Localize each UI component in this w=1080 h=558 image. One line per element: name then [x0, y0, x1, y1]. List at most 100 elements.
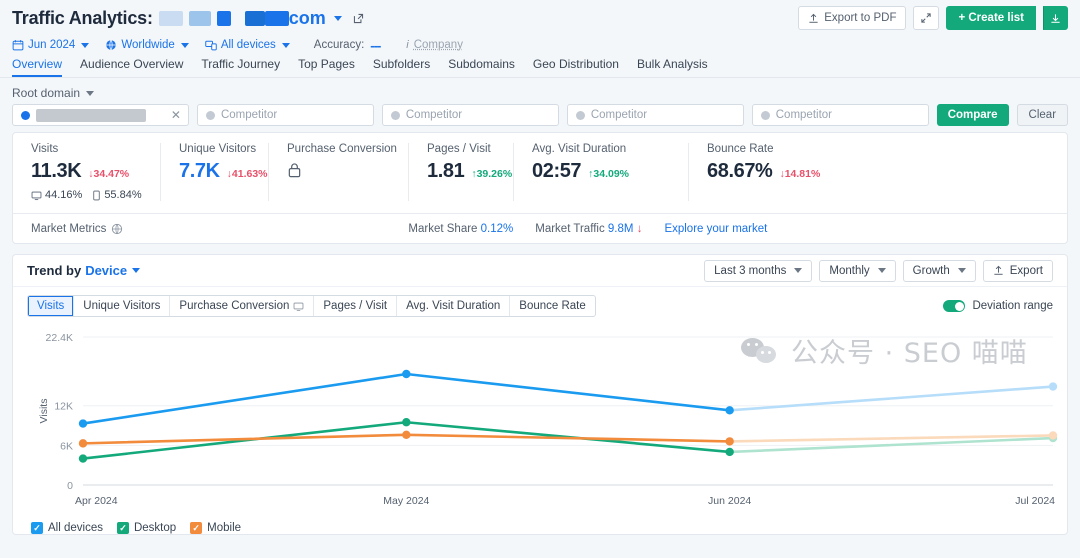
- tab-geo-distribution[interactable]: Geo Distribution: [533, 57, 619, 77]
- granularity-selector[interactable]: Monthly: [819, 260, 895, 282]
- export-to-pdf-button[interactable]: Export to PDF: [798, 6, 906, 30]
- trend-by-selector[interactable]: Device: [85, 263, 127, 278]
- geo-filter[interactable]: Worldwide: [105, 39, 188, 51]
- trend-export-button[interactable]: Export: [983, 260, 1053, 282]
- clear-domain-icon[interactable]: ✕: [171, 108, 181, 122]
- data-point[interactable]: [1049, 431, 1057, 439]
- chevron-down-icon: [81, 43, 89, 48]
- metrics-row: Visits 11.3K ↓34.47% 44.16% 55.84: [13, 133, 1067, 213]
- data-point[interactable]: [402, 370, 410, 378]
- metric-avg-visit-duration: Avg. Visit Duration 02:57 ↑34.09%: [514, 143, 689, 201]
- tab-traffic-journey[interactable]: Traffic Journey: [201, 57, 280, 77]
- date-filter[interactable]: Jun 2024: [12, 39, 89, 51]
- external-link-icon[interactable]: [352, 12, 365, 25]
- visits-line-chart: 06K12K22.4KVisitsApr 2024May 2024Jun 202…: [13, 323, 1067, 518]
- chevron-down-icon[interactable]: [132, 268, 140, 273]
- metric-delta: ↓14.81%: [779, 168, 820, 180]
- y-axis-title: Visits: [38, 399, 50, 424]
- data-point[interactable]: [79, 439, 87, 447]
- data-point[interactable]: [402, 431, 410, 439]
- segment-bounce-rate[interactable]: Bounce Rate: [510, 296, 595, 316]
- metric-visits: Visits 11.3K ↓34.47% 44.16% 55.84: [13, 143, 161, 201]
- root-domain-selector[interactable]: Root domain: [12, 86, 94, 100]
- devices-icon: [205, 39, 217, 51]
- series-forecast-line: [730, 387, 1053, 411]
- metric-label: Pages / Visit: [427, 143, 495, 155]
- legend-item-all-devices[interactable]: ✓ All devices: [31, 522, 103, 534]
- upload-icon: [993, 265, 1004, 276]
- deviation-range-control[interactable]: Deviation range: [943, 300, 1053, 312]
- tab-bulk-analysis[interactable]: Bulk Analysis: [637, 57, 708, 77]
- competitor-input-4[interactable]: Competitor: [752, 104, 929, 126]
- metric-bounce-rate: Bounce Rate 68.67% ↓14.81%: [689, 143, 838, 201]
- redacted-domain-part: [159, 11, 183, 26]
- company-info[interactable]: i Company: [406, 39, 463, 51]
- x-axis-tick-label: May 2024: [383, 495, 429, 507]
- metric-value: 1.81: [427, 160, 464, 183]
- page-title: Traffic Analytics:: [12, 8, 153, 29]
- primary-domain-input[interactable]: ✕: [12, 104, 189, 126]
- chevron-down-icon: [282, 43, 290, 48]
- desktop-share: 44.16%: [31, 189, 82, 201]
- tab-top-pages[interactable]: Top Pages: [298, 57, 355, 77]
- segment-unique-visitors[interactable]: Unique Visitors: [74, 296, 170, 316]
- chevron-down-icon[interactable]: [334, 16, 342, 21]
- market-traffic-label: Market Traffic: [535, 223, 604, 235]
- tab-subdomains[interactable]: Subdomains: [448, 57, 515, 77]
- segment-visits[interactable]: Visits: [28, 296, 74, 316]
- redacted-domain-part: [189, 11, 211, 26]
- competitor-dot-icon: [391, 111, 400, 120]
- tab-overview[interactable]: Overview: [12, 57, 62, 77]
- metric-label: Unique Visitors: [179, 143, 250, 155]
- data-point[interactable]: [725, 406, 733, 414]
- competitor-input-1[interactable]: Competitor: [197, 104, 374, 126]
- explore-market-link[interactable]: Explore your market: [664, 223, 767, 235]
- expand-button[interactable]: [913, 6, 939, 30]
- competitor-placeholder: Competitor: [221, 109, 277, 121]
- competitor-row: ✕ Competitor Competitor Competitor Compe…: [0, 104, 1080, 132]
- metric-delta: ↓41.63%: [227, 168, 268, 180]
- x-axis-tick-label: Apr 2024: [75, 495, 118, 507]
- market-traffic-value: 9.8M: [608, 223, 634, 235]
- chevron-down-icon: [86, 91, 94, 96]
- data-point[interactable]: [79, 419, 87, 427]
- competitor-input-3[interactable]: Competitor: [567, 104, 744, 126]
- data-point[interactable]: [725, 437, 733, 445]
- data-point[interactable]: [725, 448, 733, 456]
- metric-label-text: Purchase Conversion: [287, 143, 397, 155]
- trend-export-label: Export: [1010, 265, 1043, 277]
- mode-selector[interactable]: Growth: [903, 260, 976, 282]
- market-share: Market Share 0.12%: [408, 223, 513, 235]
- compare-button[interactable]: Compare: [937, 104, 1009, 126]
- metric-delta: ↑34.09%: [588, 168, 629, 180]
- device-filter[interactable]: All devices: [205, 39, 290, 51]
- data-point[interactable]: [79, 454, 87, 462]
- segment-pages-per-visit[interactable]: Pages / Visit: [314, 296, 397, 316]
- period-selector[interactable]: Last 3 months: [704, 260, 812, 282]
- competitor-dot-icon: [576, 111, 585, 120]
- segment-purchase-conversion[interactable]: Purchase Conversion: [170, 296, 314, 316]
- domain-suffix: com: [289, 8, 326, 29]
- tab-subfolders[interactable]: Subfolders: [373, 57, 430, 77]
- competitor-input-2[interactable]: Competitor: [382, 104, 559, 126]
- segment-avg-visit-duration[interactable]: Avg. Visit Duration: [397, 296, 510, 316]
- deviation-toggle[interactable]: [943, 300, 965, 312]
- market-globe-icon: [111, 223, 123, 235]
- data-point[interactable]: [1049, 382, 1057, 390]
- legend-item-desktop[interactable]: ✓ Desktop: [117, 522, 176, 534]
- create-list-button[interactable]: + Create list: [946, 6, 1036, 30]
- competitor-placeholder: Competitor: [591, 109, 647, 121]
- tab-audience-overview[interactable]: Audience Overview: [80, 57, 183, 77]
- x-axis-tick-label: Jul 2024: [1015, 495, 1055, 507]
- metric-value: 68.67%: [707, 160, 772, 183]
- data-point[interactable]: [402, 418, 410, 426]
- legend-item-mobile[interactable]: ✓ Mobile: [190, 522, 241, 534]
- create-list-download-button[interactable]: [1043, 6, 1068, 30]
- legend-label: Mobile: [207, 522, 241, 534]
- metric-sub-breakdown: 44.16% 55.84%: [31, 189, 142, 201]
- scope-row: Root domain: [0, 78, 1080, 104]
- mobile-share: 55.84%: [92, 189, 141, 201]
- metric-purchase-conversion: Purchase Conversion: [269, 143, 409, 201]
- market-traffic: Market Traffic 9.8M ↓: [535, 223, 642, 235]
- clear-button[interactable]: Clear: [1017, 104, 1068, 126]
